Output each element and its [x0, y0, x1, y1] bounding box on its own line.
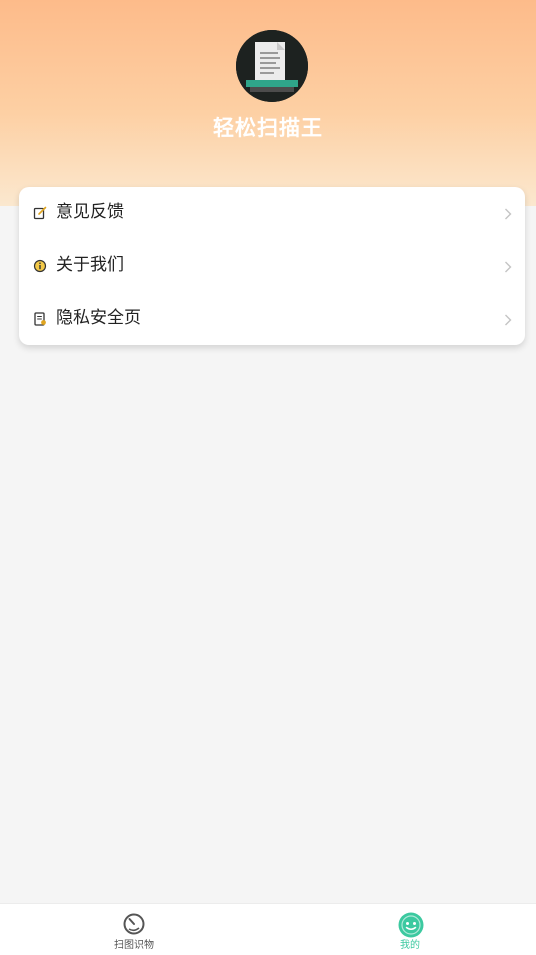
app-name-title: 轻松扫描王: [213, 116, 323, 140]
chevron-right-icon: [504, 206, 512, 220]
tab-label: 我的: [400, 940, 420, 951]
tab-scan-recognize[interactable]: 扫图识物: [73, 904, 193, 955]
tab-label: 扫图识物: [114, 940, 154, 951]
menu-item-about-us[interactable]: 关于我们: [19, 240, 525, 292]
privacy-document-icon: [33, 311, 47, 326]
menu-item-feedback[interactable]: 意见反馈: [19, 187, 525, 239]
document-scan-icon: [236, 30, 308, 102]
menu-item-label: 关于我们: [56, 255, 124, 275]
profile-header: 轻松扫描王: [0, 0, 536, 206]
tab-mine[interactable]: 我的: [349, 904, 469, 955]
smiley-face-icon: [398, 912, 424, 938]
chevron-right-icon: [504, 259, 512, 273]
menu-item-label: 隐私安全页: [56, 308, 141, 328]
bottom-tab-bar: 扫图识物 我的: [0, 903, 536, 955]
menu-item-privacy[interactable]: 隐私安全页: [19, 293, 525, 345]
menu-item-label: 意见反馈: [56, 202, 124, 222]
scan-timer-icon: [122, 912, 146, 936]
info-icon: [33, 258, 47, 273]
settings-menu-card: 意见反馈 关于我们 隐私安全页: [19, 187, 525, 345]
chevron-right-icon: [504, 312, 512, 326]
feedback-edit-icon: [33, 205, 47, 220]
app-logo-avatar: [236, 30, 308, 102]
